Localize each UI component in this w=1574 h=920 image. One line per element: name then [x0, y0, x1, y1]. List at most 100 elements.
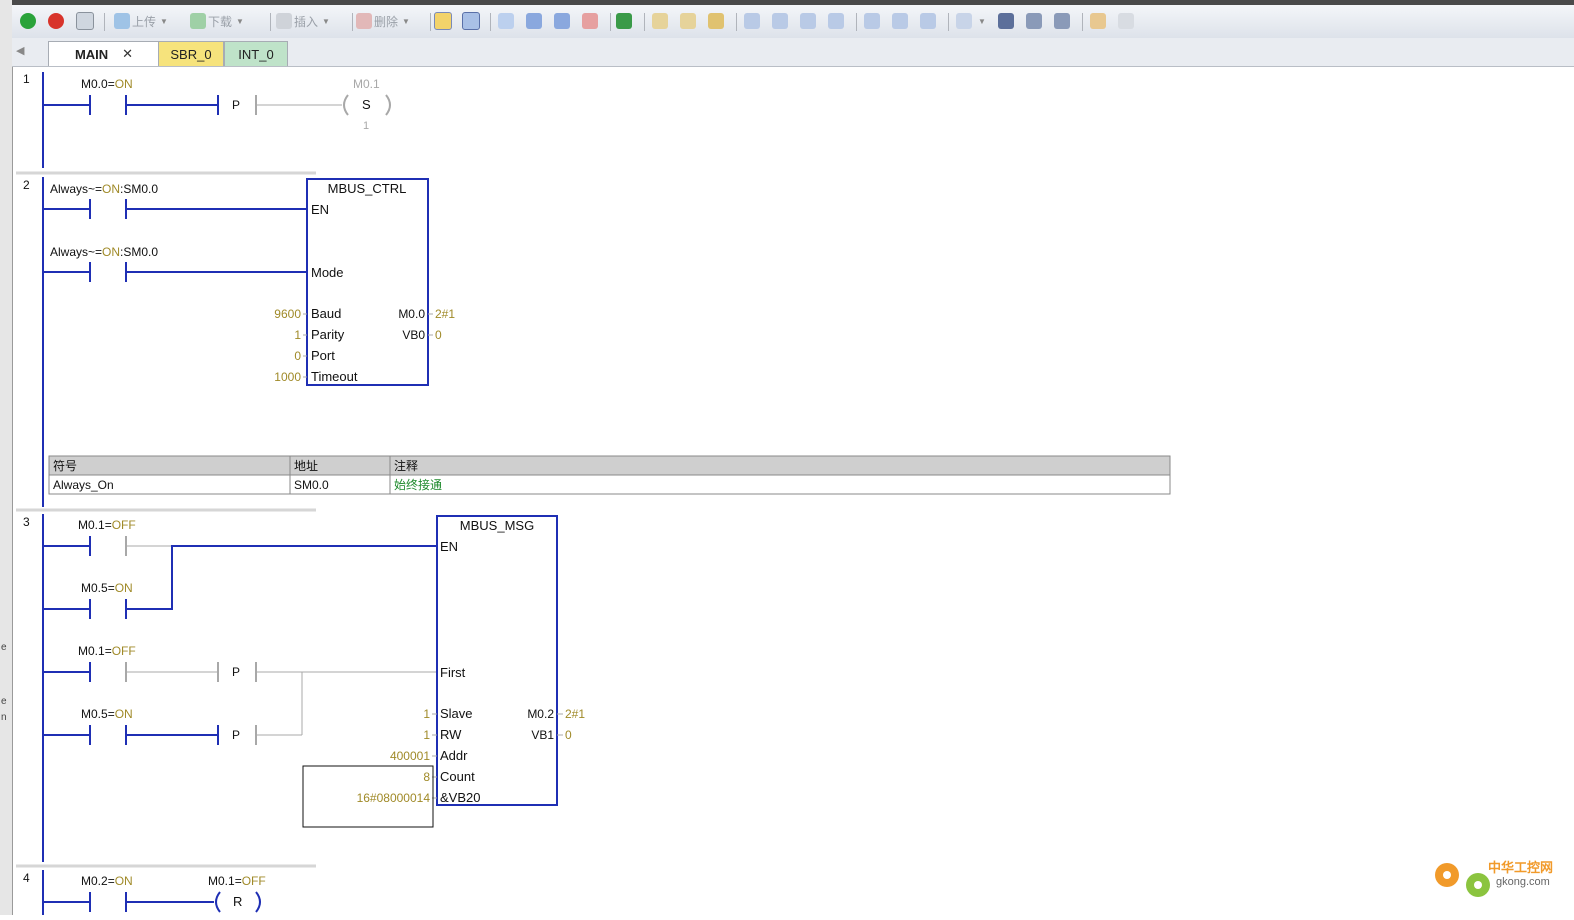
chevron-down-icon: ▼ — [236, 16, 244, 26]
stop-icon — [48, 13, 64, 29]
chevron-down-icon: ▼ — [402, 16, 410, 26]
branch-down-icon — [744, 13, 760, 29]
network-2[interactable]: 2 Always~=ON:SM0.0 Always~=ON:SM0.0 MBUS… — [23, 177, 1171, 507]
network-3[interactable]: 3 M0.1=OFF M0.5=ON M0.1=OFF P M0.5=ON P … — [23, 514, 585, 862]
out-done-pin: M0.0 — [398, 307, 425, 321]
count-value: 8 — [423, 770, 430, 784]
toolbar-tool-button[interactable] — [1090, 11, 1108, 31]
pin-port: Port — [311, 348, 335, 363]
pin-parity: Parity — [311, 327, 345, 342]
editor-tabbar: ◀ MAIN ✕ SBR_0 INT_0 — [12, 38, 1574, 67]
toolbar-tool-button[interactable] — [772, 11, 790, 31]
stop-button[interactable] — [48, 11, 66, 31]
addr-value: 400001 — [390, 749, 430, 763]
compile-button[interactable] — [76, 11, 96, 31]
toolbar-tool-button[interactable]: ▼ — [956, 11, 986, 31]
insert-button[interactable]: 插入 ▼ — [276, 11, 330, 31]
contact-label: M0.2=ON — [81, 874, 133, 888]
edge-label: P — [232, 728, 240, 742]
toolbar-tool-button[interactable] — [1026, 11, 1044, 31]
symbol-table-header: 注释 — [394, 458, 418, 473]
contact-label: M0.0=ON — [81, 77, 133, 91]
tab-main[interactable]: MAIN ✕ — [48, 41, 160, 66]
upload-button[interactable]: 上传 ▼ — [114, 11, 168, 31]
contact-always-on-1[interactable] — [43, 199, 307, 219]
coil-reset-m0-1[interactable]: M0.1=OFF R — [208, 874, 266, 913]
toolbar-tool-button[interactable] — [652, 11, 670, 31]
ladder-editor[interactable]: 1 M0.0=ON P M0.1 S 1 2 Always~=ON:SM0.0 — [16, 67, 1574, 915]
toolbar-tool-button[interactable] — [1054, 11, 1072, 31]
remove-icon — [582, 13, 598, 29]
toolbar-tool-button[interactable] — [828, 11, 846, 31]
out-error-pin: VB0 — [402, 328, 425, 342]
contact-label: Always~=ON:SM0.0 — [50, 182, 158, 196]
box-title: MBUS_MSG — [460, 518, 534, 533]
box-icon — [920, 13, 936, 29]
edge-p-positive[interactable]: P — [217, 672, 303, 745]
upload-label: 上传 — [132, 14, 157, 29]
toolbar-tool-button[interactable] — [526, 11, 544, 31]
run-icon — [20, 13, 36, 29]
symbol-table-cell: SM0.0 — [294, 478, 329, 492]
status-pause-icon — [462, 12, 480, 30]
chevron-down-icon: ▼ — [978, 16, 986, 26]
network-number: 2 — [23, 178, 30, 192]
download-arrow-icon — [190, 13, 206, 29]
contact-m0-2[interactable] — [43, 892, 214, 912]
download-button[interactable]: 下载 ▼ — [190, 11, 244, 31]
coil-label: M0.1=OFF — [208, 874, 266, 888]
toolbar-separator — [736, 13, 737, 31]
contact-m0-1-a[interactable] — [43, 536, 172, 556]
toolbar-tool-button[interactable] — [800, 11, 818, 31]
symbol-table[interactable]: 符号 地址 注释 Always_On SM0.0 始终接通 — [48, 455, 1171, 495]
check-icon — [76, 12, 94, 30]
delete-icon — [356, 13, 372, 29]
toolbar-separator — [644, 13, 645, 31]
tab-sbr0[interactable]: SBR_0 — [158, 41, 224, 66]
status-pause-button[interactable] — [462, 11, 482, 31]
data-ptr-value: 16#08000014 — [357, 791, 431, 805]
toolbar-tool-button[interactable] — [1118, 11, 1136, 31]
toolbar-tool-button[interactable] — [998, 11, 1016, 31]
toolbar-tool-button[interactable] — [744, 11, 762, 31]
toolbar-tool-button[interactable] — [708, 11, 726, 31]
coil-set-m0-1[interactable]: M0.1 S 1 — [343, 77, 391, 132]
toolbar-tool-button[interactable] — [892, 11, 910, 31]
tab-scroll-left-icon[interactable]: ◀ — [16, 44, 24, 57]
contact-icon — [864, 13, 880, 29]
toolbar-separator — [104, 13, 105, 31]
run-button[interactable] — [20, 11, 38, 31]
watermark-brand: 中华工控网 — [1488, 860, 1553, 875]
coil-icon — [892, 13, 908, 29]
contact-m0-5-b[interactable] — [43, 725, 218, 745]
toolbar-separator — [856, 13, 857, 31]
network-1[interactable]: 1 M0.0=ON P M0.1 S 1 — [23, 72, 391, 168]
out-error-value: 0 — [435, 328, 442, 342]
edge-p-positive[interactable]: P — [217, 662, 437, 682]
toolbar-tool-button[interactable] — [582, 11, 600, 31]
symbol-table-cell: 始终接通 — [394, 477, 442, 492]
toolbar-tool-button[interactable] — [554, 11, 572, 31]
toolbar-tool-button[interactable] — [616, 11, 634, 31]
contact-m0-0[interactable] — [43, 95, 127, 115]
contact-always-on-2[interactable] — [43, 262, 307, 282]
toolbar-tool-button[interactable] — [498, 11, 516, 31]
network-4[interactable]: 4 M0.2=ON M0.1=OFF R — [23, 870, 266, 915]
mbus-msg-box[interactable]: MBUS_MSG EN First 1 Slave 1 RW 400001 Ad… — [357, 515, 586, 806]
close-icon[interactable]: ✕ — [122, 46, 133, 62]
pin-baud: Baud — [311, 306, 341, 321]
line-down-icon — [772, 13, 788, 29]
toolbar-tool-button[interactable] — [680, 11, 698, 31]
program-status-button[interactable] — [434, 11, 454, 31]
chevron-down-icon: ▼ — [322, 16, 330, 26]
edge-label: P — [232, 98, 240, 112]
toolbar-tool-button[interactable] — [864, 11, 882, 31]
edge-p-positive[interactable]: P — [126, 95, 257, 115]
tab-int0[interactable]: INT_0 — [224, 41, 288, 66]
contact-m0-1-b[interactable] — [43, 662, 218, 682]
delete-button[interactable]: 删除 ▼ — [356, 11, 410, 31]
coil-op: S — [362, 97, 371, 112]
toolbar-tool-button[interactable] — [920, 11, 938, 31]
ladder-diagram[interactable]: 1 M0.0=ON P M0.1 S 1 2 Always~=ON:SM0.0 — [16, 67, 1574, 915]
contact-label: M0.1=OFF — [78, 518, 136, 532]
